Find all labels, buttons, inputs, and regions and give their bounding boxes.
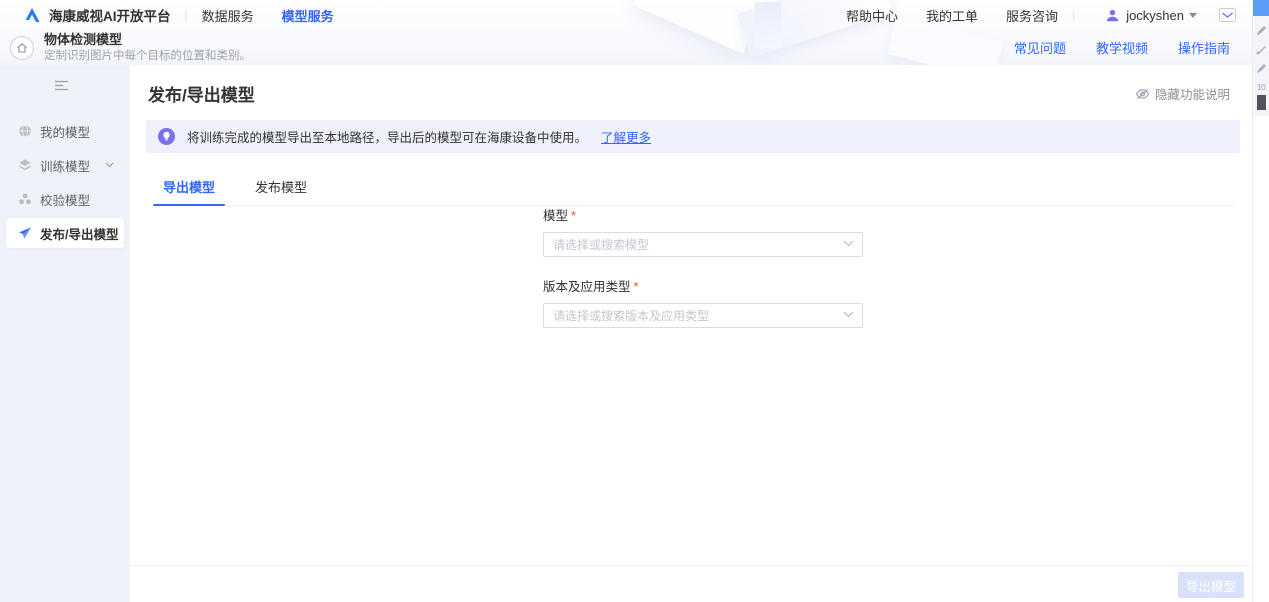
sidebar-item-label: 校验模型 [40,190,90,209]
header: 海康威视AI开放平台 | 数据服务 模型服务 帮助中心 我的工单 服务咨询 | … [0,0,1252,65]
field-label-text: 版本及应用类型 [543,280,631,294]
hide-help-toggle[interactable]: 隐藏功能说明 [1135,84,1230,103]
model-select-input[interactable] [543,232,863,257]
module-info: 物体检测模型 定制识别图片中每个目标的位置和类别。 [44,32,251,64]
version-select-input[interactable] [543,303,863,328]
sidebar-menu: 我的模型 训练模型 校验模型 [0,116,130,248]
page-title: 发布/导出模型 [148,81,255,106]
field-label-text: 模型 [543,209,568,223]
module-subtitle: 定制识别图片中每个目标的位置和类别。 [44,49,251,63]
paper-plane-icon [18,226,32,240]
body: 我的模型 训练模型 校验模型 [0,65,1252,602]
sphere-icon [18,124,32,138]
module-title: 物体检测模型 [44,32,251,48]
service-consult-link[interactable]: 服务咨询 [1006,6,1058,25]
version-select[interactable] [543,303,863,328]
help-center-link[interactable]: 帮助中心 [846,6,898,25]
cluster-icon [18,192,32,206]
banner-text: 将训练完成的模型导出至本地路径，导出后的模型可在海康设备中使用。 [187,127,587,146]
info-banner: 将训练完成的模型导出至本地路径，导出后的模型可在海康设备中使用。 了解更多 [146,120,1240,153]
sidebar-item-my-models[interactable]: 我的模型 [6,116,124,146]
edge-panel-tools: 10 [1253,16,1269,116]
my-tickets-link[interactable]: 我的工单 [926,6,978,25]
bulb-icon [158,128,175,145]
form-footer: 导出模型 [130,565,1252,602]
nav-data-service[interactable]: 数据服务 [202,6,254,25]
module-bar-links: 常见问题 教学视频 操作指南 [1014,38,1252,57]
version-field-group: 版本及应用类型* [543,276,863,328]
export-model-button[interactable]: 导出模型 [1178,572,1244,598]
module-bar: 物体检测模型 定制识别图片中每个目标的位置和类别。 常见问题 教学视频 操作指南 [0,30,1252,65]
top-bar: 海康威视AI开放平台 | 数据服务 模型服务 帮助中心 我的工单 服务咨询 | … [0,0,1252,30]
user-menu[interactable]: jockyshen [1105,8,1197,23]
eye-off-icon [1135,88,1150,100]
operation-guide-link[interactable]: 操作指南 [1178,38,1230,57]
top-bar-right: 帮助中心 我的工单 服务咨询 | jockyshen [846,6,1252,25]
export-form: 模型* 版本及应用类型* [543,205,863,347]
sidebar: 我的模型 训练模型 校验模型 [0,65,130,602]
menu-fold-icon[interactable] [54,80,69,91]
mail-icon[interactable] [1219,8,1236,22]
model-field-group: 模型* [543,205,863,257]
sidebar-item-train-models[interactable]: 训练模型 [6,150,124,180]
version-field-label: 版本及应用类型* [543,276,863,295]
divider: | [185,8,188,22]
tab-bar: 导出模型 发布模型 [163,169,1234,206]
marker-icon[interactable] [1256,63,1267,74]
tab-export-model[interactable]: 导出模型 [163,169,215,205]
sidebar-item-verify-models[interactable]: 校验模型 [6,184,124,214]
app-root: 海康威视AI开放平台 | 数据服务 模型服务 帮助中心 我的工单 服务咨询 | … [0,0,1269,602]
faq-link[interactable]: 常见问题 [1014,38,1066,57]
divider: | [1072,8,1075,22]
model-field-label: 模型* [543,205,863,224]
sidebar-item-publish-export[interactable]: 发布/导出模型 [6,218,124,248]
edge-color-swatch[interactable] [1257,95,1266,110]
caret-down-icon [1189,13,1197,18]
required-asterisk: * [571,209,576,223]
nav-model-service[interactable]: 模型服务 [282,6,334,25]
pencil-icon[interactable] [1256,25,1267,36]
learn-more-link[interactable]: 了解更多 [601,127,651,146]
brand-logo-icon [24,7,41,23]
edge-size-value: 10 [1253,82,1269,92]
tutorial-video-link[interactable]: 教学视频 [1096,38,1148,57]
avatar-icon [1105,8,1120,23]
tab-publish-model[interactable]: 发布模型 [255,169,307,205]
brand-name: 海康威视AI开放平台 [49,5,171,25]
sidebar-item-label: 训练模型 [40,156,90,175]
sidebar-item-label: 发布/导出模型 [40,224,118,243]
chevron-down-icon[interactable] [105,162,114,168]
model-select[interactable] [543,232,863,257]
edge-panel-header [1253,0,1269,16]
main-content: 发布/导出模型 隐藏功能说明 将训练完成的模型导出至本地路径，导出后的模型可在海… [130,65,1252,602]
hide-help-label: 隐藏功能说明 [1155,84,1230,103]
edge-tool-panel: 10 [1252,0,1269,602]
layers-icon [18,158,32,172]
sidebar-item-label: 我的模型 [40,122,90,141]
home-icon[interactable] [10,36,34,60]
required-asterisk: * [634,280,639,294]
brush-icon[interactable] [1256,44,1267,55]
page-title-row: 发布/导出模型 隐藏功能说明 [130,65,1252,118]
user-name: jockyshen [1126,8,1184,23]
